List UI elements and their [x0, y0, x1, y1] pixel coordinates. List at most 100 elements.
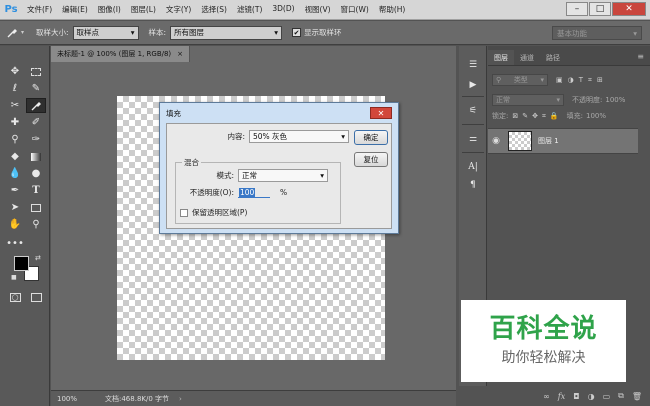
menu-select[interactable]: 选择(S) [196, 4, 232, 15]
layer-filter-select[interactable]: ⚲ 类型 ▾ [492, 74, 548, 86]
eye-icon[interactable]: ◉ [488, 136, 504, 146]
menu-window[interactable]: 窗口(W) [336, 4, 374, 15]
new-layer-icon[interactable]: ⧉ [618, 391, 624, 401]
panel-menu-icon[interactable]: ≡ [637, 52, 644, 61]
close-window-button[interactable]: ✕ [612, 2, 646, 16]
paragraph-panel-icon[interactable]: ¶ [463, 178, 483, 192]
workspace-select[interactable]: 基本功能 ▾ [552, 26, 642, 40]
maximize-button[interactable]: □ [589, 2, 611, 16]
show-ring-option[interactable]: ✔ 显示取样环 [292, 27, 346, 38]
brush-tool-icon[interactable]: ✐ [26, 115, 46, 130]
blur-tool-icon[interactable]: 💧 [5, 166, 25, 181]
lock-icons[interactable]: ⊠✎✥⌗🔒 [512, 112, 562, 121]
status-bar: 100% 文档:468.8K/0 字节 › [51, 390, 456, 406]
hand-tool-icon[interactable]: ✋ [5, 217, 25, 232]
layer-row[interactable]: ◉ 图层 1 [488, 128, 638, 154]
eyedropper-icon [7, 28, 17, 37]
minimize-button[interactable]: – [566, 2, 588, 16]
new-group-icon[interactable]: ▭ [603, 392, 611, 401]
more-tools-icon[interactable]: ••• [5, 236, 25, 251]
content-value: 50% 灰色 [253, 132, 288, 141]
eyedropper-tool-icon[interactable] [26, 98, 46, 113]
eraser-tool-icon[interactable]: ◆ [5, 149, 25, 164]
blend-opacity-row: 正常 ▾ 不透明度: 100% [488, 92, 650, 108]
move-tool-icon[interactable]: ✥ [5, 64, 25, 79]
document-tab[interactable]: 未标题-1 @ 100% (图层 1, RGB/8) × [51, 46, 191, 62]
clone-stamp-tool-icon[interactable]: ⚲ [5, 132, 25, 147]
menu-filter[interactable]: 滤镜(T) [232, 4, 267, 15]
blend-mode-select[interactable]: 正常 ▾ [492, 94, 564, 106]
chevron-down-icon: ▾ [130, 28, 135, 37]
zoom-tool-icon[interactable]: ⚲ [26, 217, 46, 232]
ok-button[interactable]: 确定 [354, 130, 388, 145]
menu-type[interactable]: 文字(Y) [161, 4, 196, 15]
actions-play-icon[interactable]: ▶ [463, 78, 483, 92]
healing-brush-tool-icon[interactable]: ✚ [5, 115, 25, 130]
link-layers-icon[interactable]: ∞ [543, 392, 550, 401]
menu-file[interactable]: 文件(F) [22, 4, 57, 15]
marquee-tool-icon[interactable] [26, 64, 46, 79]
tab-paths[interactable]: 路径 [540, 50, 566, 65]
content-select[interactable]: 50% 灰色 ▾ [249, 130, 349, 143]
fill-value[interactable]: 100% [586, 112, 606, 120]
add-mask-icon[interactable]: ◘ [573, 392, 579, 401]
dialog-close-button[interactable]: ✕ [370, 107, 392, 119]
menu-edit[interactable]: 编辑(E) [57, 4, 93, 15]
reset-button[interactable]: 复位 [354, 152, 388, 167]
quick-select-tool-icon[interactable]: ✎ [26, 81, 46, 96]
layer-name[interactable]: 图层 1 [538, 136, 559, 146]
dodge-tool-icon[interactable]: ● [26, 166, 46, 181]
filter-icons[interactable]: ▣◑T⌗⊞ [556, 76, 608, 85]
lasso-tool-icon[interactable]: ℓ [5, 81, 25, 96]
crop-tool-icon[interactable]: ✂ [5, 98, 25, 113]
brush-presets-icon[interactable]: ⚌ [463, 132, 483, 146]
delete-layer-icon[interactable]: 🗑 [632, 392, 642, 401]
history-panel-icon[interactable]: ☰ [463, 58, 483, 72]
opacity-row: 不透明度(O): 100 % [186, 187, 287, 198]
gradient-tool-icon[interactable] [26, 149, 46, 164]
history-brush-tool-icon[interactable]: ✑ [26, 132, 46, 147]
lock-fill-row: 锁定: ⊠✎✥⌗🔒 填充: 100% [488, 108, 650, 124]
preserve-transparency-checkbox[interactable] [180, 208, 188, 217]
menu-help[interactable]: 帮助(H) [374, 4, 411, 15]
layer-filter-label: 类型 [513, 76, 528, 84]
character-panel-icon[interactable]: A| [463, 160, 483, 174]
layers-panel-footer: ∞ fx ◘ ◑ ▭ ⧉ 🗑 [488, 388, 650, 404]
fx-icon[interactable]: fx [558, 392, 565, 401]
swap-colors-icon[interactable]: ⇄ [35, 254, 41, 262]
menu-view[interactable]: 视图(V) [300, 4, 336, 15]
blend-mode-value: 正常 [496, 96, 510, 104]
panel-tabs: 图层 通道 路径 ≡ [488, 46, 650, 66]
opacity-input[interactable]: 100 [238, 187, 270, 198]
rectangle-tool-icon[interactable] [26, 200, 46, 215]
close-tab-icon[interactable]: × [177, 50, 183, 58]
sample-select[interactable]: 所有图层 ▾ [170, 25, 283, 40]
adjustment-layer-icon[interactable]: ◑ [588, 392, 595, 401]
tab-layers[interactable]: 图层 [488, 50, 514, 65]
quick-mask-icon[interactable]: ◯ [5, 290, 25, 305]
layer-thumbnail [508, 131, 532, 151]
sample-size-value: 取样点 [76, 28, 100, 37]
mode-select[interactable]: 正常 ▾ [238, 169, 328, 182]
sample-size-select[interactable]: 取样点 ▾ [72, 25, 139, 40]
fill-label: 填充: [566, 112, 583, 120]
lock-label: 锁定: [492, 112, 509, 120]
sample-size-label: 取样大小: [36, 28, 69, 37]
type-tool-icon[interactable]: T [26, 183, 46, 198]
layer-opacity-value[interactable]: 100% [605, 96, 625, 104]
tab-channels[interactable]: 通道 [514, 50, 540, 65]
pen-tool-icon[interactable]: ✒ [5, 183, 25, 198]
menu-image[interactable]: 图像(I) [93, 4, 126, 15]
chevron-right-icon[interactable]: › [179, 395, 182, 403]
properties-panel-icon[interactable]: ⚟ [463, 104, 483, 118]
tool-preset-picker[interactable]: ▾ [0, 21, 36, 45]
menu-3d[interactable]: 3D(D) [267, 4, 299, 15]
preserve-transparency-row[interactable]: 保留透明区域(P) [180, 207, 247, 218]
default-colors-icon[interactable]: ■ [11, 274, 17, 281]
show-ring-checkbox[interactable]: ✔ [292, 28, 302, 37]
foreground-color-swatch[interactable] [14, 256, 29, 271]
menu-layer[interactable]: 图层(L) [126, 4, 161, 15]
path-select-tool-icon[interactable]: ➤ [5, 200, 25, 215]
status-zoom[interactable]: 100% [51, 395, 91, 403]
screen-mode-icon[interactable] [26, 290, 46, 305]
